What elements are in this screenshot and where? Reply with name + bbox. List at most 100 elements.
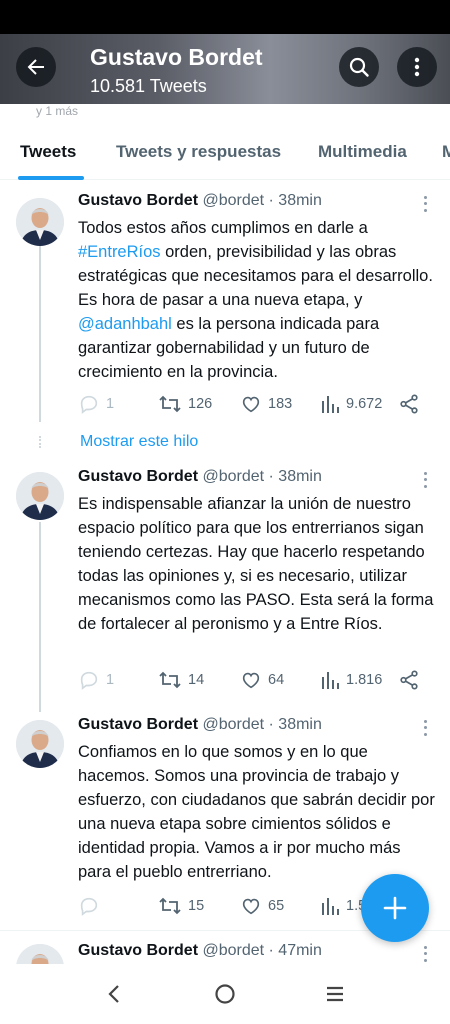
tweet-more-button[interactable] [418, 718, 432, 738]
tab-tweets[interactable]: Tweets [20, 142, 76, 162]
avatar-photo [16, 944, 64, 964]
views-button[interactable]: 9.672 [320, 392, 382, 416]
retweet-count: 14 [188, 672, 205, 688]
view-count: 1.816 [346, 672, 383, 688]
thread-dotted-line [39, 436, 41, 448]
mention-link[interactable]: @adanhbahl [78, 315, 172, 333]
tweet-header: Gustavo Bordet @bordet · 47min [78, 942, 322, 960]
profile-header: Gustavo Bordet 10.581 Tweets [0, 34, 450, 104]
reply-count: 1 [106, 672, 115, 688]
nav-back-button[interactable] [95, 974, 135, 1014]
avatar[interactable] [16, 472, 64, 520]
reply-button[interactable] [78, 894, 106, 918]
status-bar [0, 0, 450, 34]
retweet-icon [159, 395, 181, 413]
heart-icon [242, 672, 260, 689]
back-button[interactable] [16, 47, 56, 87]
reply-count: 1 [106, 396, 115, 412]
tweet-more-button[interactable] [418, 944, 432, 964]
reply-icon [80, 897, 98, 916]
tweet-text: Todos estos años cumplimos en darle a #E… [78, 216, 438, 384]
tweet-text: Confiamos en lo que somos y en lo que ha… [78, 740, 438, 884]
share-icon [400, 394, 418, 414]
retweet-icon [159, 897, 181, 915]
menu-lines-icon [327, 986, 343, 1002]
like-count: 65 [268, 898, 285, 914]
like-button[interactable]: 65 [240, 894, 284, 918]
avatar[interactable] [16, 720, 64, 768]
reply-button[interactable]: 1 [78, 392, 114, 416]
show-thread-link[interactable]: Mostrar este hilo [80, 433, 198, 451]
tweet-2[interactable]: Gustavo Bordet @bordet · 38min Es indisp… [0, 456, 450, 706]
author-meta: @bordet · 47min [202, 942, 322, 959]
author-name[interactable]: Gustavo Bordet [78, 192, 198, 209]
more-vertical-icon [414, 57, 420, 77]
tweet-1[interactable]: Gustavo Bordet @bordet · 38min Todos est… [0, 180, 450, 430]
hashtag-link[interactable]: #EntreRíos [78, 243, 161, 261]
tweet-header: Gustavo Bordet @bordet · 38min [78, 468, 322, 486]
view-count: 9.672 [346, 396, 383, 412]
tweet-more-button[interactable] [418, 194, 432, 214]
chevron-left-icon [108, 985, 119, 1003]
tab-media[interactable]: Multimedia [318, 142, 407, 162]
heart-icon [242, 396, 260, 413]
views-icon [322, 672, 339, 689]
search-button[interactable] [339, 47, 379, 87]
nav-recents-button[interactable] [315, 974, 355, 1014]
tab-tweets-replies[interactable]: Tweets y respuestas [116, 142, 281, 162]
reply-icon [80, 671, 98, 690]
tweet-text-segment: Confiamos en lo que somos y en lo que ha… [78, 743, 435, 881]
retweet-button[interactable]: 126 [158, 392, 212, 416]
plus-icon [383, 896, 407, 920]
retweet-count: 15 [188, 898, 205, 914]
author-name[interactable]: Gustavo Bordet [78, 468, 198, 485]
like-button[interactable]: 64 [240, 668, 284, 692]
author-meta: @bordet · 38min [202, 468, 322, 485]
views-icon [322, 898, 339, 915]
tweet-actions: 1 14 64 1.816 [78, 668, 428, 692]
avatar[interactable] [16, 198, 64, 246]
tweet-header: Gustavo Bordet @bordet · 38min [78, 716, 322, 734]
arrow-left-icon [27, 59, 44, 75]
reply-button[interactable]: 1 [78, 668, 114, 692]
tab-more[interactable]: M [442, 142, 450, 162]
tweet-header: Gustavo Bordet @bordet · 38min [78, 192, 322, 210]
tweet-text: Es indispensable afianzar la unión de nu… [78, 492, 438, 636]
like-count: 183 [268, 396, 293, 412]
retweet-button[interactable]: 15 [158, 894, 204, 918]
views-button[interactable]: 1.816 [320, 668, 382, 692]
views-icon [322, 396, 339, 413]
share-button[interactable] [398, 668, 420, 692]
like-button[interactable]: 183 [240, 392, 292, 416]
like-count: 64 [268, 672, 285, 688]
retweet-button[interactable]: 14 [158, 668, 204, 692]
retweet-count: 126 [188, 396, 213, 412]
search-icon [349, 57, 369, 77]
header-peek-text: y 1 más [36, 104, 79, 118]
more-button[interactable] [397, 47, 437, 87]
circle-home-icon [215, 984, 235, 1004]
tweet-more-button[interactable] [418, 470, 432, 490]
author-name[interactable]: Gustavo Bordet [78, 716, 198, 733]
nav-home-button[interactable] [205, 974, 245, 1014]
author-meta: @bordet · 38min [202, 716, 322, 733]
reply-icon [80, 395, 98, 414]
system-navigation-bar [0, 964, 450, 1024]
avatar-photo [16, 472, 64, 520]
author-meta: @bordet · 38min [202, 192, 322, 209]
compose-tweet-button[interactable] [361, 874, 429, 942]
tweet-text-segment: Todos estos años cumplimos en darle a [78, 219, 368, 237]
avatar-photo [16, 720, 64, 768]
profile-name: Gustavo Bordet [90, 44, 263, 70]
share-icon [400, 670, 418, 690]
tweet-text-segment: Es indispensable afianzar la unión de nu… [78, 495, 434, 633]
author-name[interactable]: Gustavo Bordet [78, 942, 198, 959]
avatar-photo [16, 198, 64, 246]
avatar[interactable] [16, 944, 64, 964]
share-button[interactable] [398, 392, 420, 416]
retweet-icon [159, 671, 181, 689]
profile-tabs: y 1 más Tweets Tweets y respuestas Multi… [0, 104, 450, 180]
views-button[interactable]: 1.5 [320, 894, 366, 918]
tweet-actions: 1 126 183 9.672 [78, 392, 428, 416]
tweet-count: 10.581 Tweets [90, 76, 207, 96]
